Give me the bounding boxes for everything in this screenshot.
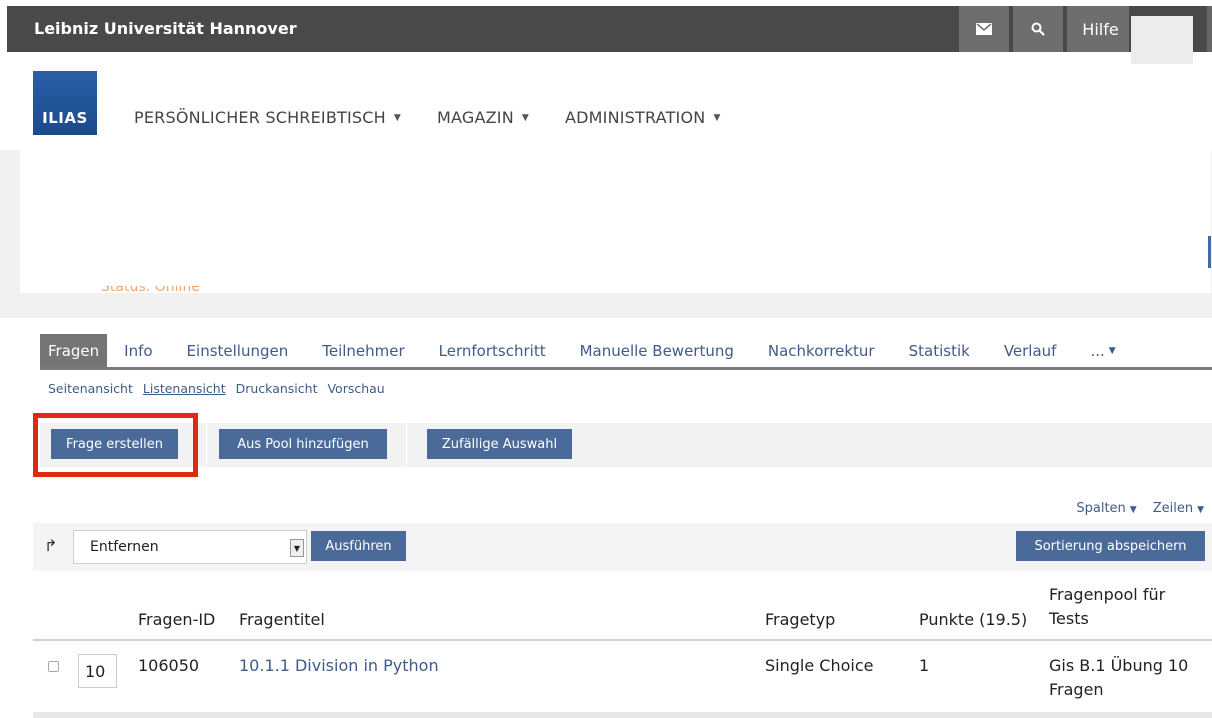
subtab-preview[interactable]: Vorschau — [327, 381, 384, 396]
tab-history[interactable]: Verlauf — [987, 334, 1074, 367]
nav-label: MAGAZIN — [437, 108, 514, 127]
site-title[interactable]: Leibniz Universität Hannover — [34, 19, 297, 38]
nav-label: ADMINISTRATION — [565, 108, 706, 127]
tab-questions[interactable]: Fragen — [40, 334, 108, 367]
table-view-controls: Spalten ▼ Zeilen ▼ — [1060, 501, 1204, 516]
question-points: 1 — [919, 656, 930, 675]
table-bottom-border — [33, 712, 1212, 718]
subtab-bar: Seitenansicht Listenansicht Druckansicht… — [48, 381, 395, 396]
tab-more[interactable]: ... ▼ — [1073, 334, 1132, 367]
column-header-pool[interactable]: Fragenpool für Tests — [1049, 583, 1165, 631]
tab-manual-scoring[interactable]: Manuelle Bewertung — [563, 334, 751, 367]
question-title-link[interactable]: 10.1.1 Division in Python — [239, 654, 439, 678]
add-from-pool-button[interactable]: Aus Pool hinzufügen — [219, 429, 387, 459]
columns-label: Spalten — [1076, 501, 1126, 516]
question-pool-line2: Fragen — [1049, 680, 1104, 699]
help-button[interactable]: Hilfe — [1067, 6, 1129, 52]
rows-dropdown[interactable]: Zeilen ▼ — [1153, 501, 1204, 516]
select-arrow-icon: ▼ — [290, 539, 304, 557]
column-header-id[interactable]: Fragen-ID — [138, 608, 215, 632]
column-header-title[interactable]: Fragentitel — [239, 608, 325, 632]
caret-down-icon: ▼ — [1129, 505, 1137, 515]
caret-down-icon: ▼ — [1197, 505, 1204, 515]
tab-statistics[interactable]: Statistik — [892, 334, 987, 367]
top-bar: Leibniz Universität Hannover Hilfe — [7, 6, 1212, 52]
nav-administration[interactable]: ADMINISTRATION ▼ — [565, 108, 721, 127]
row-checkbox[interactable] — [48, 661, 59, 672]
toolbar-separator — [206, 423, 207, 467]
nav-personal-desk[interactable]: PERSÖNLICHER SCHREIBTISCH ▼ — [134, 108, 401, 127]
question-id: 106050 — [138, 656, 200, 675]
nav-repository[interactable]: MAGAZIN ▼ — [437, 108, 529, 127]
column-header-pool-line1: Fragenpool für — [1049, 585, 1166, 604]
nav-label: PERSÖNLICHER SCHREIBTISCH — [134, 108, 386, 127]
topbar-edge — [1207, 6, 1212, 52]
tab-learning-progress[interactable]: Lernfortschritt — [422, 334, 563, 367]
caret-down-icon: ▼ — [713, 112, 721, 123]
question-pool: Gis B.1 Übung 10 Fragen — [1049, 654, 1188, 702]
column-header-type[interactable]: Fragetyp — [765, 608, 835, 632]
highlight-annotation — [33, 413, 198, 477]
column-header-points[interactable]: Punkte (19.5) — [919, 608, 1027, 632]
magnifier-icon — [1031, 22, 1045, 36]
rows-label: Zeilen — [1152, 501, 1194, 516]
tab-bar: Fragen Info Einstellungen Teilnehmer Ler… — [40, 334, 1212, 370]
execute-button[interactable]: Ausführen — [311, 531, 406, 561]
columns-dropdown[interactable]: Spalten ▼ — [1076, 501, 1136, 516]
caret-down-icon: ▼ — [393, 112, 401, 123]
column-header-pool-line2: Tests — [1049, 609, 1089, 628]
question-toolbar — [40, 423, 1212, 467]
tab-corrections[interactable]: Nachkorrektur — [751, 334, 892, 367]
main-navigation: PERSÖNLICHER SCHREIBTISCH ▼ MAGAZIN ▼ AD… — [134, 108, 757, 127]
table-header-divider — [33, 639, 1212, 641]
ilias-logo[interactable]: ILIAS — [33, 71, 97, 135]
tab-participants[interactable]: Teilnehmer — [305, 334, 421, 367]
header-edge-accent — [1208, 236, 1211, 268]
tab-more-label: ... — [1090, 341, 1105, 360]
tab-settings[interactable]: Einstellungen — [170, 334, 306, 367]
search-button[interactable] — [1013, 6, 1063, 52]
subtab-list-view[interactable]: Listenansicht — [143, 381, 226, 396]
mail-button[interactable] — [959, 6, 1009, 52]
subtab-print-view[interactable]: Druckansicht — [236, 381, 318, 396]
logo-text: ILIAS — [42, 109, 88, 127]
random-selection-button[interactable]: Zufällige Auswahl — [427, 429, 572, 459]
caret-down-icon: ▼ — [521, 112, 529, 123]
command-selected-value: Entfernen — [90, 539, 159, 555]
corner-arrow-icon: ↱ — [44, 536, 58, 555]
question-type: Single Choice — [765, 656, 874, 675]
caret-down-icon: ▼ — [1108, 345, 1116, 356]
position-input[interactable]: 10 — [78, 654, 117, 688]
subtab-page-view[interactable]: Seitenansicht — [48, 381, 133, 396]
object-header — [20, 150, 1211, 293]
tab-info[interactable]: Info — [107, 334, 169, 367]
object-status: Status: Online — [101, 286, 200, 295]
save-sorting-button[interactable]: Sortierung abspeichern — [1016, 531, 1205, 561]
toolbar-separator — [406, 423, 407, 467]
avatar-placeholder[interactable] — [1131, 16, 1193, 64]
command-select[interactable]: Entfernen ▼ — [73, 530, 307, 564]
envelope-icon — [976, 23, 992, 35]
question-pool-line1: Gis B.1 Übung 10 — [1049, 656, 1189, 675]
